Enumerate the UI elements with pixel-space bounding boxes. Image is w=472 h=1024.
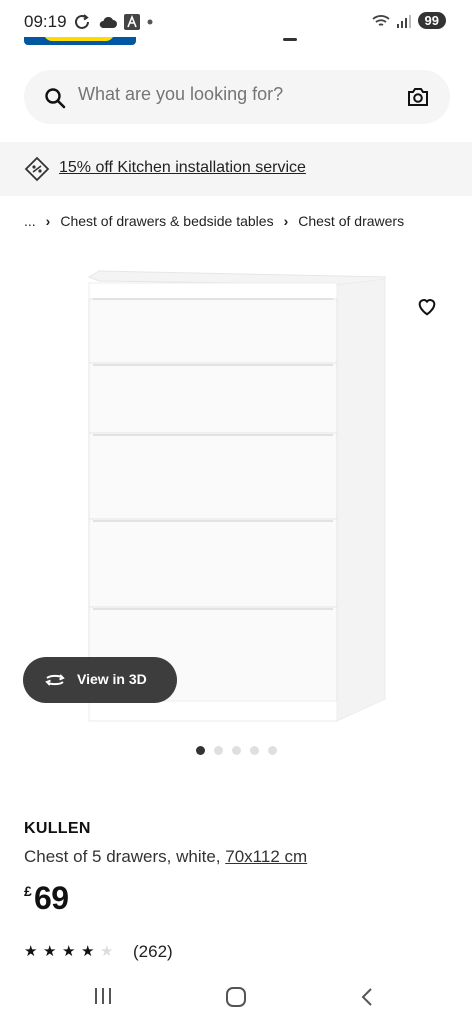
dot-icon	[147, 19, 153, 25]
product-size-link[interactable]: 70x112 cm	[225, 847, 307, 866]
breadcrumb: ... › Chest of drawers & bedside tables …	[24, 213, 404, 229]
chevron-right-icon: ›	[283, 213, 289, 229]
sync-icon	[75, 14, 89, 29]
product-description-text: Chest of 5 drawers, white,	[24, 847, 221, 866]
review-count: (262)	[133, 942, 173, 961]
view-in-3d-label: View in 3D	[77, 671, 147, 687]
star-full-icon: ★	[43, 943, 57, 960]
signal-icon	[396, 14, 411, 28]
product-image	[87, 270, 386, 722]
price-value: 69	[34, 880, 69, 916]
camera-search-icon[interactable]	[406, 85, 430, 109]
pager-dot[interactable]	[214, 746, 223, 755]
chevron-right-icon: ›	[45, 213, 51, 229]
breadcrumb-item-current[interactable]: Chest of drawers	[298, 213, 404, 229]
price-currency: £	[24, 883, 32, 899]
search-input[interactable]	[78, 84, 378, 105]
discount-tag-icon	[24, 156, 50, 182]
a-badge-icon	[124, 14, 140, 30]
heart-icon[interactable]	[416, 295, 438, 317]
gallery-pager[interactable]	[196, 746, 277, 755]
ikea-logo[interactable]	[24, 37, 136, 45]
status-left-icons	[72, 12, 154, 32]
pager-dot[interactable]	[232, 746, 241, 755]
product-description: Chest of 5 drawers, white, 70x112 cm	[24, 847, 307, 867]
status-time: 09:19	[24, 12, 67, 31]
star-full-icon: ★	[24, 943, 38, 960]
system-nav-bar	[0, 970, 472, 1024]
promo-link[interactable]: 15% off Kitchen installation service	[59, 159, 306, 177]
status-right-icons: 99	[371, 12, 446, 29]
breadcrumb-item-category[interactable]: Chest of drawers & bedside tables	[60, 213, 273, 229]
pager-dot[interactable]	[196, 746, 205, 755]
product-name: KULLEN	[24, 820, 91, 837]
cloud-icon	[99, 16, 117, 28]
status-bar: 09:19 99	[0, 0, 472, 45]
wifi-icon	[371, 14, 390, 26]
pager-dot[interactable]	[250, 746, 259, 755]
product-rating[interactable]: ★ ★ ★ ★ ★ (262)	[24, 942, 173, 962]
recents-icon[interactable]	[93, 987, 113, 1005]
search-bar[interactable]	[24, 70, 450, 124]
breadcrumb-ellipsis[interactable]: ...	[24, 213, 36, 229]
star-full-icon: ★	[81, 943, 95, 960]
star-full-icon: ★	[62, 943, 76, 960]
back-icon[interactable]	[360, 987, 374, 1007]
view-in-3d-button[interactable]: View in 3D	[23, 657, 177, 703]
star-empty-icon: ★	[100, 943, 114, 960]
rotate-3d-icon	[45, 674, 65, 686]
search-icon	[45, 88, 66, 109]
pager-dot[interactable]	[268, 746, 277, 755]
battery-indicator: 99	[417, 12, 446, 29]
menu-peek	[283, 38, 297, 41]
home-icon[interactable]	[226, 987, 246, 1007]
promo-banner[interactable]: 15% off Kitchen installation service	[0, 142, 472, 196]
